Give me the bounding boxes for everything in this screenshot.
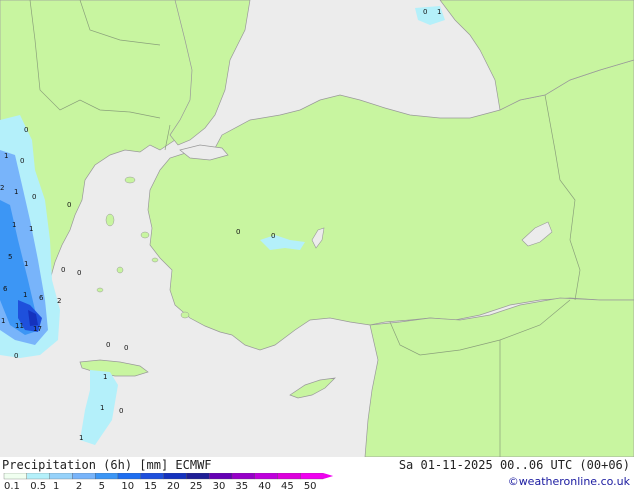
legend-swatch (231, 473, 255, 480)
precip-label: 1 (437, 8, 441, 16)
precip-label: 0 (124, 344, 128, 352)
precip-label: 2 (57, 297, 61, 305)
precip-label: 0 (77, 269, 81, 277)
precip-label: 0 (14, 352, 18, 360)
legend-swatch (117, 473, 141, 480)
legend-label: 50 (304, 481, 317, 490)
precip-label: 17 (33, 325, 42, 333)
precip-label: 1 (100, 404, 104, 412)
legend-label: 10 (121, 481, 134, 490)
precip-label: 0 (236, 228, 240, 236)
legend-swatch (300, 473, 324, 480)
precip-label: 2 (0, 184, 4, 192)
precip-label: 0 (423, 8, 427, 16)
legend-label: 0.5 (30, 481, 46, 490)
legend-labels: 0.1 0.5 1 2 5 10 15 20 25 30 35 40 45 50 (4, 481, 317, 490)
legend-label: 25 (190, 481, 203, 490)
legend-swatch (277, 473, 301, 480)
legend-label: 45 (281, 481, 294, 490)
legend-label: 30 (213, 481, 226, 490)
legend-swatch (26, 473, 50, 480)
precip-label: 1 (4, 152, 8, 160)
legend-swatch (72, 473, 96, 480)
precip-label: 6 (39, 294, 44, 302)
precip-label: 0 (20, 157, 24, 165)
precip-label: 1 (24, 260, 28, 268)
precip-label: 1 (79, 434, 83, 442)
legend-label: 5 (99, 481, 105, 490)
map-title: Precipitation (6h) [mm] ECMWF (2, 458, 212, 472)
precip-label: 0 (32, 193, 36, 201)
legend-label: 1 (53, 481, 59, 490)
precip-label: 6 (3, 285, 8, 293)
legend-label: 20 (167, 481, 180, 490)
legend-swatch (209, 473, 233, 480)
legend-swatch (163, 473, 187, 480)
precip-label: 0 (24, 126, 28, 134)
legend-swatches (3, 473, 334, 480)
credit-link[interactable]: ©weatheronline.co.uk (508, 475, 630, 488)
legend-swatch (49, 473, 73, 480)
precip-label: 1 (29, 225, 33, 233)
precip-label: 0 (106, 341, 110, 349)
legend-label: 15 (144, 481, 157, 490)
legend-swatch (95, 473, 119, 480)
precip-label: 0 (271, 232, 275, 240)
precip-label: 11 (15, 322, 24, 330)
precip-label: 0 (119, 407, 123, 415)
precip-label: 1 (103, 373, 107, 381)
legend-swatch (254, 473, 278, 480)
legend-label: 35 (235, 481, 248, 490)
precip-label: 1 (1, 317, 5, 325)
precip-label: 1 (14, 188, 18, 196)
legend-label: 2 (76, 481, 82, 490)
legend-label: 0.1 (4, 481, 20, 490)
land-levant (364, 297, 634, 457)
precipitation-legend: 0.1 0.5 1 2 5 10 15 20 25 30 35 40 45 50 (3, 473, 334, 490)
valid-time: Sa 01-11-2025 00..06 UTC (00+06) (398, 458, 630, 472)
precip-label: 0 (61, 266, 65, 274)
legend-swatch (3, 473, 27, 480)
legend-arrow (323, 473, 334, 479)
legend-swatch (186, 473, 210, 480)
precipitation-map: 0 1 1 0 0 1 0 1 0 0 2 1 0 5 1 6 1 6 2 1 … (0, 0, 634, 457)
legend-swatch (140, 473, 164, 480)
precip-label: 0 (67, 201, 71, 209)
precip-label: 1 (23, 291, 27, 299)
precip-label: 1 (12, 221, 16, 229)
precip-label: 5 (8, 253, 12, 261)
legend-label: 40 (258, 481, 271, 490)
